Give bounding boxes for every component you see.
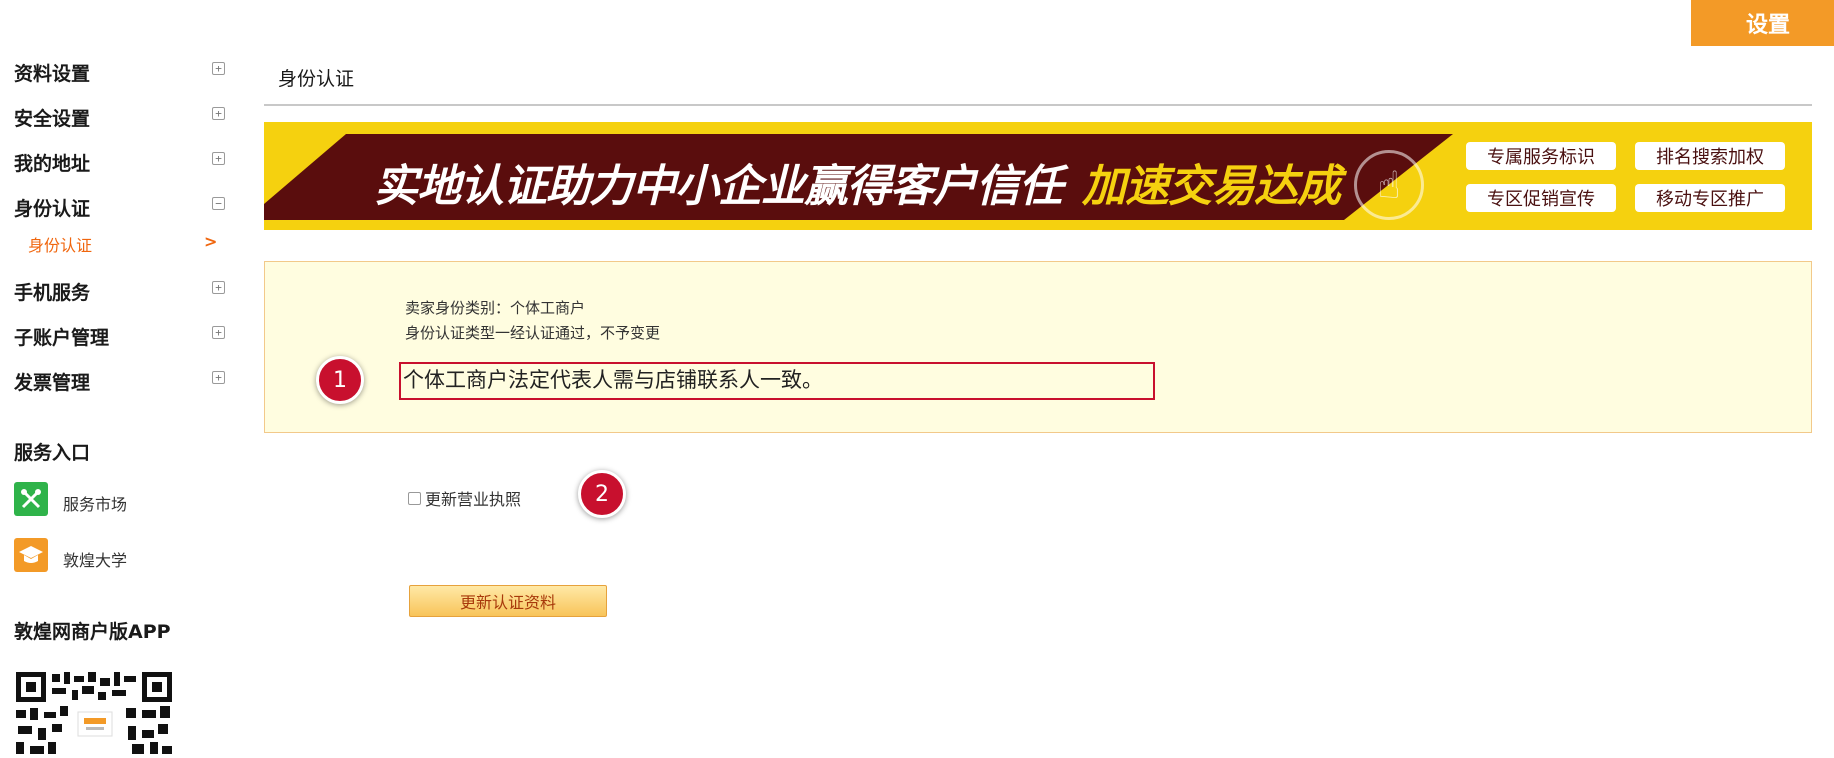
settings-button[interactable]: 设置 [1691, 0, 1834, 46]
promo-banner[interactable]: 实地认证助力中小企业赢得客户信任 加速交易达成 ☝ 专属服务标识 排名搜索加权 专… [264, 122, 1812, 230]
sidebar-item-my-address[interactable]: 我的地址 [14, 149, 90, 176]
touch-hand-icon: ☝ [1354, 150, 1424, 220]
expand-icon[interactable]: + [212, 371, 225, 384]
page-title: 身份认证 [278, 68, 355, 90]
update-license-checkbox[interactable] [408, 491, 421, 505]
graduation-cap-icon[interactable] [14, 538, 48, 572]
expand-icon[interactable]: + [212, 281, 225, 294]
sidebar-item-sub-account[interactable]: 子账户管理 [14, 323, 109, 350]
app-title: 敦煌网商户版APP [14, 621, 171, 643]
banner-tag: 移动专区推广 [1635, 184, 1785, 212]
highlighted-requirement-text: 个体工商户法定代表人需与店铺联系人一致。 [399, 362, 1155, 400]
sidebar-subitem-identity-verification[interactable]: 身份认证 [28, 232, 92, 256]
tools-icon[interactable] [14, 482, 48, 516]
dhgate-university-link[interactable]: 敦煌大学 [63, 547, 127, 571]
sidebar-item-mobile-service[interactable]: 手机服务 [14, 278, 90, 305]
update-license-option[interactable]: 更新营业执照 [408, 486, 521, 510]
annotation-marker-1: 1 [316, 356, 364, 404]
update-license-label[interactable]: 更新营业执照 [425, 486, 521, 510]
banner-tag: 排名搜索加权 [1635, 142, 1785, 170]
banner-tag: 专区促销宣传 [1466, 184, 1616, 212]
expand-icon[interactable]: + [212, 107, 225, 120]
services-title: 服务入口 [14, 442, 91, 464]
type-note-text: 身份认证类型一经认证通过，不予变更 [405, 324, 661, 342]
verification-notice: 卖家身份类别：个体工商户 身份认证类型一经认证通过，不予变更 个体工商户法定代表… [264, 261, 1812, 433]
service-market-link[interactable]: 服务市场 [63, 491, 127, 515]
sidebar-item-security-settings[interactable]: 安全设置 [14, 104, 90, 131]
banner-tag: 专属服务标识 [1466, 142, 1616, 170]
sidebar-item-identity-verification[interactable]: 身份认证 [14, 194, 90, 221]
banner-headline-text: 实地认证助力中小企业赢得客户信任 [374, 161, 1063, 212]
expand-icon[interactable]: + [212, 152, 225, 165]
update-verification-button[interactable]: 更新认证资料 [409, 585, 607, 617]
sidebar: 资料设置 + 安全设置 + 我的地址 + 身份认证 − 身份认证 > 手机服务 … [0, 0, 250, 754]
banner-highlight-text: 加速交易达成 [1082, 161, 1341, 212]
sidebar-item-invoice[interactable]: 发票管理 [14, 368, 90, 395]
qr-code-image [16, 672, 172, 754]
sidebar-item-profile-settings[interactable]: 资料设置 [14, 59, 90, 86]
annotation-marker-2: 2 [578, 470, 626, 518]
seller-type-text: 卖家身份类别：个体工商户 [405, 299, 586, 317]
active-arrow-icon: > [204, 232, 218, 251]
banner-headline: 实地认证助力中小企业赢得客户信任 加速交易达成 [374, 150, 1341, 214]
collapse-icon[interactable]: − [212, 197, 225, 210]
expand-icon[interactable]: + [212, 62, 225, 75]
expand-icon[interactable]: + [212, 326, 225, 339]
title-divider [264, 104, 1812, 106]
